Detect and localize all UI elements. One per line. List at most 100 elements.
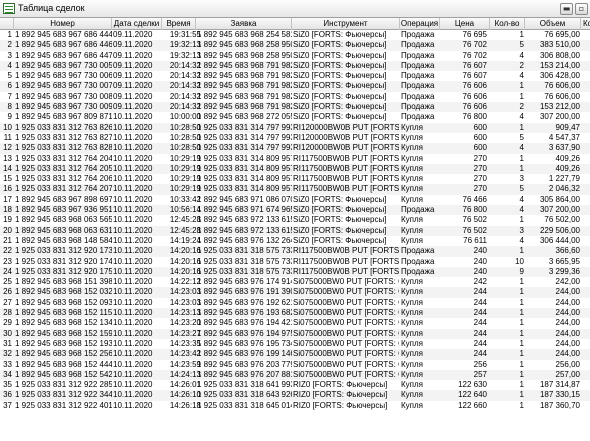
- table-row[interactable]: 21 892 945 683 967 686 446 09.11.2020 19:3…: [0, 40, 590, 51]
- operation-cell: Купля: [401, 380, 423, 390]
- table-row[interactable]: 19 1 892 945 683 968 063 565 10.11.2020 12:…: [0, 215, 590, 225]
- header-index: [0, 18, 14, 30]
- header-price[interactable]: Цена: [440, 18, 490, 30]
- table-row[interactable]: 11 892 945 683 967 686 444 09.11.2020 19:3…: [0, 30, 590, 40]
- trade-number-cell: 1 892 945 683 967 730 008: [15, 91, 112, 101]
- table-row[interactable]: 36 1 925 033 831 312 922 344 10.11.2020 14:…: [0, 390, 590, 401]
- quantity-cell: 1: [519, 328, 524, 338]
- table-row[interactable]: 12 1 925 033 831 312 763 828 10.11.2020 10:…: [0, 143, 590, 154]
- operation-cell: Купля: [401, 308, 423, 318]
- trade-number-cell: 1 925 033 831 312 922 285: [15, 380, 112, 390]
- header-commission[interactable]: Ко: [581, 18, 590, 30]
- header-order[interactable]: Заявка: [196, 18, 292, 30]
- trade-number-cell: 1 892 945 683 967 730 007: [15, 81, 112, 91]
- trade-number-cell: 1 892 945 683 968 152 032: [15, 287, 112, 297]
- trade-date-cell: 10.11.2020: [113, 205, 153, 215]
- table-row[interactable]: 13 1 925 033 831 312 764 204 10.11.2020 10:…: [0, 154, 590, 164]
- operation-cell: Купля: [401, 122, 423, 132]
- table-row[interactable]: 26 1 892 945 683 968 152 032 10.11.2020 14:…: [0, 287, 590, 298]
- maximize-button[interactable]: ▫: [575, 3, 588, 15]
- table-row[interactable]: 35 1 925 033 831 312 922 285 10.11.2020 14:…: [0, 380, 590, 390]
- volume-cell: 153 214,00: [539, 60, 580, 70]
- volume-cell: 3 299,36: [548, 266, 580, 276]
- table-row[interactable]: 22 1 925 033 831 312 920 173 10.11.2020 14:…: [0, 246, 590, 257]
- header-time[interactable]: Время: [162, 18, 196, 30]
- price-cell: 244: [473, 287, 487, 297]
- table-row[interactable]: 34 1 892 945 683 968 152 542 10.11.2020 14:…: [0, 369, 590, 381]
- table-row[interactable]: 91 892 945 683 967 809 871 10.11.2020 10:0…: [0, 112, 590, 122]
- header-number[interactable]: Номер: [14, 18, 112, 30]
- table-row[interactable]: 17 1 892 945 683 967 898 697 10.11.2020 10:…: [0, 195, 590, 205]
- instrument-cell: SiZ0 [FORTS: Фьючерсы]: [293, 112, 387, 122]
- order-number-cell: 1 925 033 831 314 797 993: [197, 132, 292, 142]
- trade-number-cell: 1 925 033 831 312 922 401: [15, 400, 112, 410]
- trade-number-cell: 1 892 945 683 967 730 006: [15, 71, 112, 81]
- table-row[interactable]: 15 1 925 033 831 312 764 206 10.11.2020 10:…: [0, 174, 590, 184]
- table-row[interactable]: 71 892 945 683 967 730 008 09.11.2020 20:1…: [0, 92, 590, 102]
- trade-date-cell: 10.11.2020: [113, 380, 153, 390]
- price-cell: 256: [473, 359, 487, 369]
- table-row[interactable]: 10 1 925 033 831 312 763 826 10.11.2020 10:…: [0, 122, 590, 133]
- trade-date-cell: 10.11.2020: [113, 246, 153, 256]
- trade-date-cell: 10.11.2020: [113, 215, 153, 225]
- table-icon: [3, 3, 15, 14]
- table-row[interactable]: 81 892 945 683 967 730 009 09.11.2020 20:1…: [0, 102, 590, 113]
- table-row[interactable]: 21 1 892 945 683 968 148 584 10.11.2020 14:…: [0, 236, 590, 246]
- row-index-cell: 2: [7, 40, 12, 50]
- minimize-button[interactable]: ▬: [560, 3, 573, 15]
- table-row[interactable]: 51 892 945 683 967 730 006 09.11.2020 20:1…: [0, 71, 590, 81]
- volume-cell: 307 200,00: [539, 112, 580, 122]
- instrument-cell: RI117500BW0B PUT [FORTS: Опц: [293, 153, 399, 163]
- order-number-cell: 1 892 945 683 968 272 055: [197, 112, 292, 122]
- row-index-cell: 36: [3, 390, 12, 400]
- volume-cell: 306 808,00: [539, 50, 580, 60]
- header-quantity[interactable]: Кол-во: [490, 18, 525, 30]
- order-number-cell: 1 892 945 683 971 674 965: [197, 205, 292, 215]
- table-row[interactable]: 41 892 945 683 967 730 005 09.11.2020 20:1…: [0, 60, 590, 72]
- volume-cell: 187 330,15: [539, 390, 580, 400]
- table-row[interactable]: 18 1 892 945 683 967 936 951 10.11.2020 10:…: [0, 205, 590, 216]
- trade-date-cell: 10.11.2020: [113, 328, 153, 338]
- order-number-cell: 1 925 033 831 318 641 993: [197, 380, 292, 390]
- header-volume[interactable]: Объем: [525, 18, 581, 30]
- table-row[interactable]: 31 892 945 683 967 686 447 09.11.2020 19:3…: [0, 51, 590, 61]
- row-index-cell: 19: [3, 215, 12, 225]
- table-row[interactable]: 27 1 892 945 683 968 152 093 10.11.2020 14:…: [0, 298, 590, 308]
- table-row[interactable]: 20 1 892 945 683 968 063 631 10.11.2020 12:…: [0, 225, 590, 236]
- table-row[interactable]: 32 1 892 945 683 968 152 256 10.11.2020 14:…: [0, 349, 590, 360]
- trade-date-cell: 10.11.2020: [113, 256, 153, 266]
- instrument-cell: Si075000BW0 PUT [FORTS: Опц: [293, 318, 399, 328]
- operation-cell: Купля: [401, 369, 423, 379]
- table-row[interactable]: 25 1 892 945 683 968 151 398 10.11.2020 14:…: [0, 277, 590, 287]
- table-row[interactable]: 14 1 925 033 831 312 764 205 10.11.2020 10:…: [0, 163, 590, 175]
- header-instrument[interactable]: Инструмент: [292, 18, 400, 30]
- price-cell: 244: [473, 328, 487, 338]
- table-row[interactable]: 16 1 925 033 831 312 764 207 10.11.2020 10:…: [0, 184, 590, 195]
- table-row[interactable]: 31 1 892 945 683 968 152 193 10.11.2020 14:…: [0, 339, 590, 349]
- price-cell: 76 611: [463, 235, 487, 245]
- table-row[interactable]: 33 1 892 945 683 968 152 444 10.11.2020 14:…: [0, 360, 590, 370]
- table-row[interactable]: 37 1 925 033 831 312 922 401 10.11.2020 14:…: [0, 401, 590, 411]
- table-row[interactable]: 30 1 892 945 683 968 152 159 10.11.2020 14:…: [0, 328, 590, 339]
- table-row[interactable]: 61 892 945 683 967 730 007 09.11.2020 20:1…: [0, 81, 590, 92]
- table-row[interactable]: 23 1 925 033 831 312 920 174 10.11.2020 14:…: [0, 257, 590, 267]
- table-row[interactable]: 24 1 925 033 831 312 920 175 10.11.2020 14:…: [0, 266, 590, 278]
- volume-cell: 409,26: [555, 163, 580, 173]
- table-row[interactable]: 29 1 892 945 683 968 152 134 10.11.2020 14:…: [0, 318, 590, 328]
- quantity-cell: 4: [519, 205, 524, 215]
- price-cell: 244: [473, 349, 487, 359]
- volume-cell: 3 665,95: [548, 256, 580, 266]
- operation-cell: Продажа: [401, 60, 435, 70]
- instrument-cell: SiZ0 [FORTS: Фьючерсы]: [293, 205, 387, 215]
- header-date[interactable]: Дата сделки: [112, 18, 162, 30]
- header-operation[interactable]: Операция: [400, 18, 440, 30]
- table-row[interactable]: 11 1 925 033 831 312 763 827 10.11.2020 10:…: [0, 133, 590, 143]
- trade-date-cell: 10.11.2020: [113, 390, 153, 400]
- quantity-cell: 1: [519, 30, 524, 39]
- table-row[interactable]: 28 1 892 945 683 968 152 115 10.11.2020 14:…: [0, 308, 590, 319]
- operation-cell: Купля: [401, 359, 423, 369]
- quantity-cell: 1: [519, 163, 524, 173]
- trade-number-cell: 1 892 945 683 968 148 584: [15, 235, 112, 245]
- trade-number-cell: 1 892 945 683 967 898 697: [15, 194, 112, 204]
- quantity-cell: 1: [519, 338, 524, 348]
